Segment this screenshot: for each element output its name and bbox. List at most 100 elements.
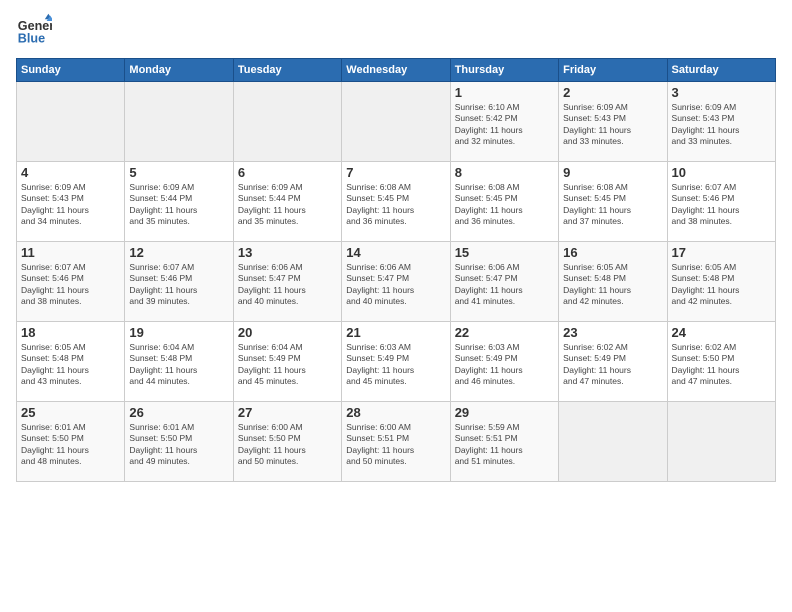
calendar-cell: 4 Sunrise: 6:09 AM Sunset: 5:43 PM Daylig… — [17, 162, 125, 242]
page: General Blue SundayMondayTuesdayWednesda… — [0, 0, 792, 494]
day-number: 10 — [672, 165, 771, 180]
svg-text:Blue: Blue — [18, 32, 45, 46]
calendar-cell — [125, 82, 233, 162]
calendar-cell: 6 Sunrise: 6:09 AM Sunset: 5:44 PM Daylig… — [233, 162, 341, 242]
logo-icon: General Blue — [16, 12, 52, 48]
calendar-cell: 12 Sunrise: 6:07 AM Sunset: 5:46 PM Dayli… — [125, 242, 233, 322]
day-info: Sunrise: 6:07 AM Sunset: 5:46 PM Dayligh… — [21, 262, 120, 308]
day-info: Sunrise: 6:07 AM Sunset: 5:46 PM Dayligh… — [129, 262, 228, 308]
calendar-cell: 21Sunrise: 6:03 AM Sunset: 5:49 PM Dayli… — [342, 322, 450, 402]
calendar-cell: 24Sunrise: 6:02 AM Sunset: 5:50 PM Dayli… — [667, 322, 775, 402]
header: General Blue — [16, 12, 776, 48]
day-number: 4 — [21, 165, 120, 180]
calendar-cell: 15Sunrise: 6:06 AM Sunset: 5:47 PM Dayli… — [450, 242, 558, 322]
calendar-cell — [233, 82, 341, 162]
calendar-cell: 25 Sunrise: 6:01 AM Sunset: 5:50 PM Dayli… — [17, 402, 125, 482]
day-info: Sunrise: 5:59 AM Sunset: 5:51 PM Dayligh… — [455, 422, 554, 468]
week-row-2: 11 Sunrise: 6:07 AM Sunset: 5:46 PM Dayli… — [17, 242, 776, 322]
day-number: 13 — [238, 245, 337, 260]
day-info: Sunrise: 6:05 AM Sunset: 5:48 PM Dayligh… — [21, 342, 120, 388]
day-number: 22 — [455, 325, 554, 340]
logo: General Blue — [16, 12, 56, 48]
calendar-cell: 13 Sunrise: 6:06 AM Sunset: 5:47 PM Dayli… — [233, 242, 341, 322]
header-tuesday: Tuesday — [233, 59, 341, 82]
calendar-cell — [17, 82, 125, 162]
calendar-cell: 18Sunrise: 6:05 AM Sunset: 5:48 PM Dayli… — [17, 322, 125, 402]
calendar-header-row: SundayMondayTuesdayWednesdayThursdayFrid… — [17, 59, 776, 82]
calendar-cell: 7Sunrise: 6:08 AM Sunset: 5:45 PM Daylig… — [342, 162, 450, 242]
day-number: 20 — [238, 325, 337, 340]
calendar-cell: 14 Sunrise: 6:06 AM Sunset: 5:47 PM Dayli… — [342, 242, 450, 322]
day-info: Sunrise: 6:03 AM Sunset: 5:49 PM Dayligh… — [346, 342, 445, 388]
calendar-cell: 16 Sunrise: 6:05 AM Sunset: 5:48 PM Dayli… — [559, 242, 667, 322]
day-number: 27 — [238, 405, 337, 420]
calendar-cell: 27 Sunrise: 6:00 AM Sunset: 5:50 PM Dayli… — [233, 402, 341, 482]
day-number: 15 — [455, 245, 554, 260]
calendar-cell: 5Sunrise: 6:09 AM Sunset: 5:44 PM Daylig… — [125, 162, 233, 242]
header-thursday: Thursday — [450, 59, 558, 82]
week-row-1: 4 Sunrise: 6:09 AM Sunset: 5:43 PM Daylig… — [17, 162, 776, 242]
calendar-cell — [559, 402, 667, 482]
calendar-cell: 9 Sunrise: 6:08 AM Sunset: 5:45 PM Daylig… — [559, 162, 667, 242]
calendar-cell: 8 Sunrise: 6:08 AM Sunset: 5:45 PM Daylig… — [450, 162, 558, 242]
header-wednesday: Wednesday — [342, 59, 450, 82]
day-number: 23 — [563, 325, 662, 340]
day-info: Sunrise: 6:06 AM Sunset: 5:47 PM Dayligh… — [346, 262, 445, 308]
day-number: 8 — [455, 165, 554, 180]
day-info: Sunrise: 6:09 AM Sunset: 5:43 PM Dayligh… — [21, 182, 120, 228]
day-info: Sunrise: 6:09 AM Sunset: 5:44 PM Dayligh… — [238, 182, 337, 228]
day-info: Sunrise: 6:03 AM Sunset: 5:49 PM Dayligh… — [455, 342, 554, 388]
day-number: 1 — [455, 85, 554, 100]
day-info: Sunrise: 6:09 AM Sunset: 5:43 PM Dayligh… — [563, 102, 662, 148]
day-info: Sunrise: 6:04 AM Sunset: 5:49 PM Dayligh… — [238, 342, 337, 388]
header-friday: Friday — [559, 59, 667, 82]
calendar-cell: 22 Sunrise: 6:03 AM Sunset: 5:49 PM Dayli… — [450, 322, 558, 402]
day-number: 7 — [346, 165, 445, 180]
calendar-cell: 19 Sunrise: 6:04 AM Sunset: 5:48 PM Dayli… — [125, 322, 233, 402]
day-info: Sunrise: 6:01 AM Sunset: 5:50 PM Dayligh… — [21, 422, 120, 468]
day-info: Sunrise: 6:00 AM Sunset: 5:50 PM Dayligh… — [238, 422, 337, 468]
day-number: 28 — [346, 405, 445, 420]
day-number: 2 — [563, 85, 662, 100]
calendar-table: SundayMondayTuesdayWednesdayThursdayFrid… — [16, 58, 776, 482]
day-number: 24 — [672, 325, 771, 340]
day-info: Sunrise: 6:09 AM Sunset: 5:43 PM Dayligh… — [672, 102, 771, 148]
header-sunday: Sunday — [17, 59, 125, 82]
calendar-cell: 17 Sunrise: 6:05 AM Sunset: 5:48 PM Dayli… — [667, 242, 775, 322]
calendar-cell: 29 Sunrise: 5:59 AM Sunset: 5:51 PM Dayli… — [450, 402, 558, 482]
calendar-cell — [342, 82, 450, 162]
week-row-0: 1 Sunrise: 6:10 AM Sunset: 5:42 PM Daylig… — [17, 82, 776, 162]
day-number: 3 — [672, 85, 771, 100]
day-number: 17 — [672, 245, 771, 260]
day-number: 12 — [129, 245, 228, 260]
calendar-cell: 10 Sunrise: 6:07 AM Sunset: 5:46 PM Dayli… — [667, 162, 775, 242]
day-info: Sunrise: 6:00 AM Sunset: 5:51 PM Dayligh… — [346, 422, 445, 468]
day-info: Sunrise: 6:08 AM Sunset: 5:45 PM Dayligh… — [455, 182, 554, 228]
day-info: Sunrise: 6:04 AM Sunset: 5:48 PM Dayligh… — [129, 342, 228, 388]
calendar-cell: 28 Sunrise: 6:00 AM Sunset: 5:51 PM Dayli… — [342, 402, 450, 482]
day-number: 11 — [21, 245, 120, 260]
day-number: 26 — [129, 405, 228, 420]
calendar-cell — [667, 402, 775, 482]
day-info: Sunrise: 6:07 AM Sunset: 5:46 PM Dayligh… — [672, 182, 771, 228]
calendar-cell: 20 Sunrise: 6:04 AM Sunset: 5:49 PM Dayli… — [233, 322, 341, 402]
day-info: Sunrise: 6:05 AM Sunset: 5:48 PM Dayligh… — [672, 262, 771, 308]
day-info: Sunrise: 6:02 AM Sunset: 5:49 PM Dayligh… — [563, 342, 662, 388]
calendar-cell: 3 Sunrise: 6:09 AM Sunset: 5:43 PM Daylig… — [667, 82, 775, 162]
week-row-4: 25 Sunrise: 6:01 AM Sunset: 5:50 PM Dayli… — [17, 402, 776, 482]
day-number: 9 — [563, 165, 662, 180]
day-info: Sunrise: 6:08 AM Sunset: 5:45 PM Dayligh… — [563, 182, 662, 228]
day-number: 14 — [346, 245, 445, 260]
day-info: Sunrise: 6:10 AM Sunset: 5:42 PM Dayligh… — [455, 102, 554, 148]
calendar-cell: 11 Sunrise: 6:07 AM Sunset: 5:46 PM Dayli… — [17, 242, 125, 322]
calendar-cell: 23 Sunrise: 6:02 AM Sunset: 5:49 PM Dayli… — [559, 322, 667, 402]
header-monday: Monday — [125, 59, 233, 82]
day-number: 25 — [21, 405, 120, 420]
day-number: 29 — [455, 405, 554, 420]
day-number: 19 — [129, 325, 228, 340]
day-info: Sunrise: 6:05 AM Sunset: 5:48 PM Dayligh… — [563, 262, 662, 308]
week-row-3: 18Sunrise: 6:05 AM Sunset: 5:48 PM Dayli… — [17, 322, 776, 402]
day-info: Sunrise: 6:06 AM Sunset: 5:47 PM Dayligh… — [238, 262, 337, 308]
day-number: 16 — [563, 245, 662, 260]
day-number: 6 — [238, 165, 337, 180]
